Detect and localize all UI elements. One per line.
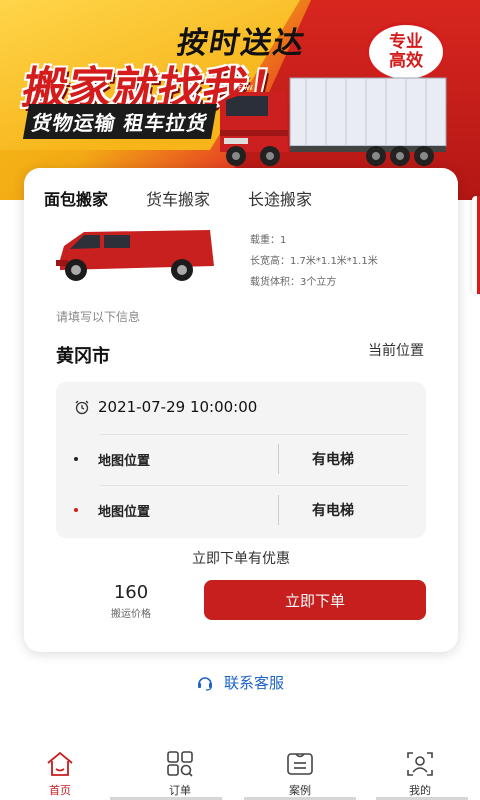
datetime-value: 2021-07-29 10:00:00	[98, 398, 258, 416]
from-elevator-select[interactable]: 有电梯	[312, 449, 354, 469]
datetime-picker[interactable]: 2021-07-29 10:00:00	[74, 398, 257, 416]
bottom-nav: 首页 订单 案例 我的	[0, 746, 480, 800]
from-address-row[interactable]: 地图位置 有电梯	[56, 434, 426, 484]
nav-profile[interactable]: 我的	[390, 750, 450, 798]
to-address-row[interactable]: 地图位置 有电梯	[56, 485, 426, 535]
to-elevator-select[interactable]: 有电梯	[312, 500, 354, 520]
nav-cases[interactable]: 案例	[270, 750, 330, 798]
orders-icon	[167, 751, 193, 777]
profile-icon	[407, 752, 433, 776]
truck-illustration: FAW	[220, 77, 447, 166]
price-value: 160	[113, 582, 149, 603]
promo-text: 立即下单有优惠	[192, 551, 290, 567]
van-illustration	[56, 230, 214, 281]
spec-dimensions: 长宽高：1.7米*1.1米*1.1米	[250, 256, 378, 267]
truck-plate: FAW	[238, 84, 253, 92]
spec-load: 载重：1	[250, 235, 287, 246]
nav-home-label: 首页	[49, 784, 71, 797]
order-now-button[interactable]: 立即下单	[204, 580, 426, 620]
contact-service-link[interactable]: 联系客服	[0, 672, 480, 693]
nav-home[interactable]: 首页	[30, 750, 90, 798]
headset-icon	[197, 676, 212, 691]
city-selector[interactable]: 黄冈市	[56, 342, 110, 368]
side-float-tab[interactable]	[472, 196, 480, 294]
nav-orders[interactable]: 订单	[150, 750, 210, 798]
spec-volume: 载货体积：3个立方	[250, 277, 337, 288]
tab-long-distance-move[interactable]: 长途搬家	[248, 186, 312, 210]
divider	[278, 495, 279, 525]
badge-line2: 高效	[389, 51, 423, 71]
badge-line1: 专业	[389, 32, 423, 52]
start-dot-icon	[74, 457, 78, 461]
cases-icon	[287, 753, 313, 775]
booking-card: 面包搬家 货车搬家 长途搬家 载重：1 长宽高：1.7米*1.1米*1.1米 载…	[24, 168, 458, 652]
address-panel: 2021-07-29 10:00:00 地图位置 有电梯 地图位置 有电梯	[56, 382, 426, 538]
price-label: 搬运价格	[111, 609, 151, 620]
nav-profile-label: 我的	[409, 784, 431, 797]
form-hint: 请填写以下信息	[56, 310, 141, 324]
service-tabs: 面包搬家 货车搬家 长途搬家	[44, 186, 350, 210]
to-map-location[interactable]: 地图位置	[98, 501, 150, 520]
banner-slogan-sub: 货物运输 租车拉货	[22, 104, 218, 139]
contact-service-label: 联系客服	[223, 674, 284, 692]
home-icon	[47, 751, 73, 776]
alarm-clock-icon	[75, 400, 89, 415]
banner-badge: 专业 高效	[366, 22, 446, 82]
divider	[278, 444, 279, 474]
tab-minivan-move[interactable]: 面包搬家	[44, 186, 108, 210]
current-location-button[interactable]: 当前位置	[368, 340, 424, 360]
nav-cases-label: 案例	[289, 784, 311, 797]
price-block: 160 搬运价格	[94, 582, 168, 620]
vehicle-specs: 载重：1 长宽高：1.7米*1.1米*1.1米 载货体积：3个立方	[250, 230, 378, 293]
nav-orders-label: 订单	[169, 784, 191, 797]
tab-truck-move[interactable]: 货车搬家	[146, 186, 210, 210]
end-dot-icon	[74, 508, 78, 512]
from-map-location[interactable]: 地图位置	[98, 450, 150, 469]
